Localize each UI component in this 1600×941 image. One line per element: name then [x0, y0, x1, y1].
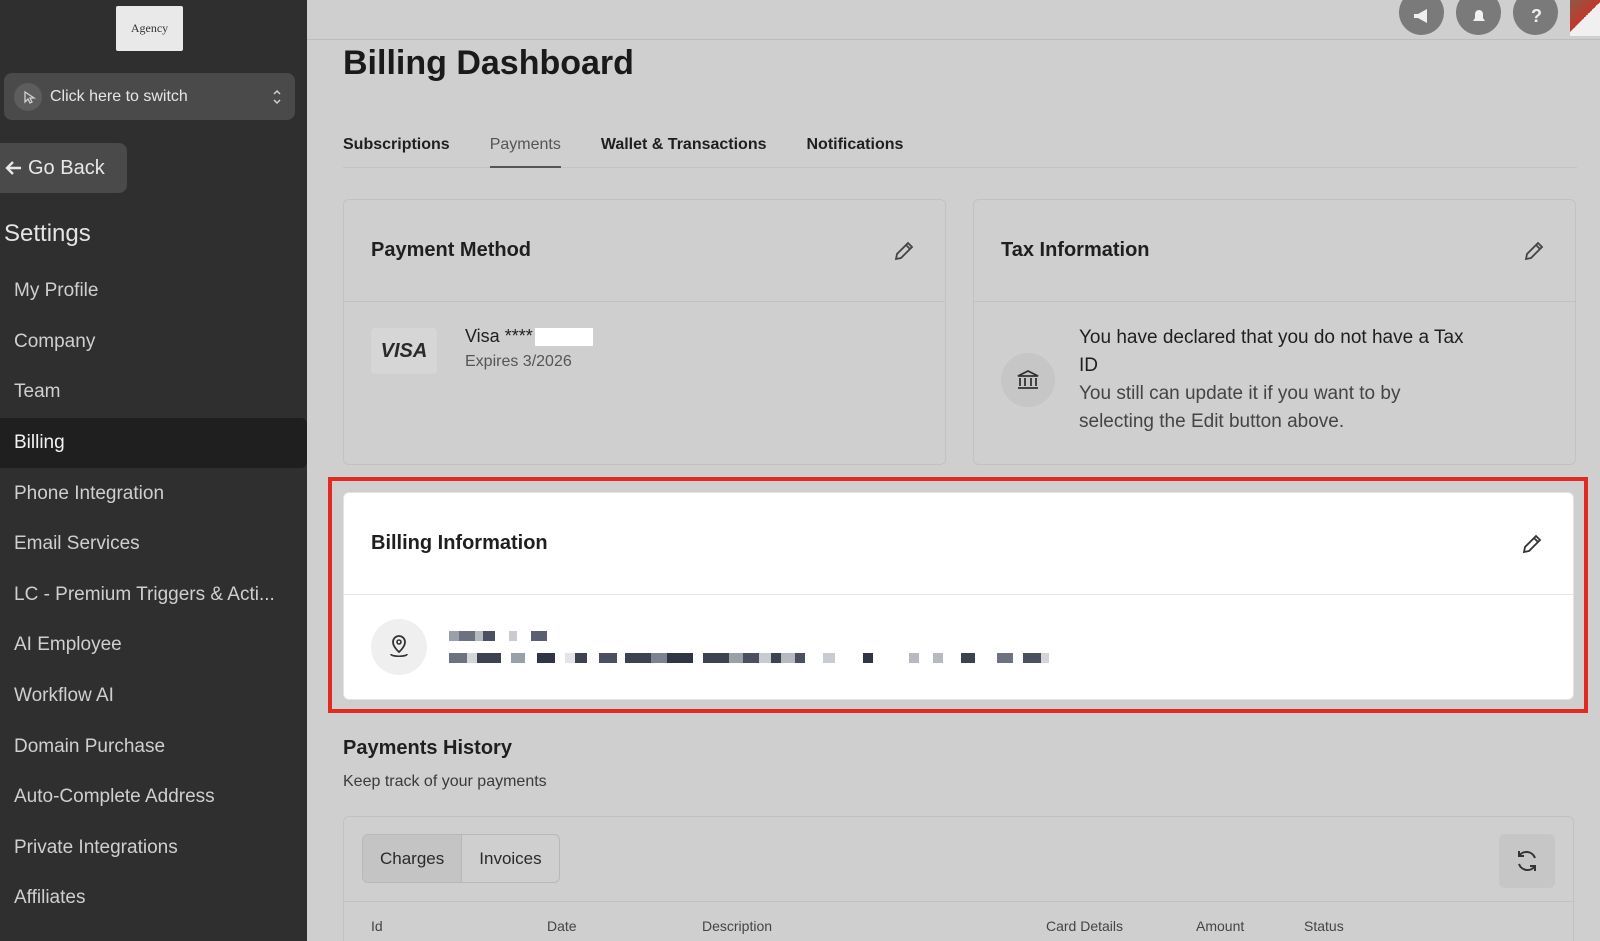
billing-tabs: Subscriptions Payments Wallet & Transact…: [343, 128, 1577, 168]
tab-invoices[interactable]: Invoices: [462, 835, 558, 882]
column-header-description[interactable]: Description: [702, 918, 772, 934]
settings-nav: My Profile Company Team Billing Phone In…: [0, 266, 307, 924]
tab-payments[interactable]: Payments: [489, 128, 561, 168]
payment-method-body: VISA Visa **** Expires 3/2026: [344, 302, 945, 398]
refresh-button[interactable]: [1499, 834, 1555, 888]
edit-pencil-icon[interactable]: [890, 237, 918, 265]
sidebar-item-company[interactable]: Company: [0, 317, 307, 368]
column-header-id[interactable]: Id: [371, 918, 383, 934]
switcher-label: Click here to switch: [50, 87, 188, 105]
card-expiry: Expires 3/2026: [465, 353, 572, 370]
user-avatar[interactable]: [1570, 0, 1600, 36]
location-pin-icon: [371, 619, 427, 675]
edit-pencil-icon[interactable]: [1518, 530, 1546, 558]
bell-icon[interactable]: [1456, 0, 1501, 35]
help-icon[interactable]: ?: [1513, 0, 1558, 35]
sidebar-item-private-integrations[interactable]: Private Integrations: [0, 823, 307, 874]
agency-logo[interactable]: Agency: [116, 6, 183, 51]
tax-declaration-text: You have declared that you do not have a…: [1079, 327, 1464, 376]
sidebar-item-team[interactable]: Team: [0, 367, 307, 418]
tax-update-hint: You still can update it if you want to b…: [1079, 383, 1401, 432]
megaphone-icon[interactable]: [1399, 0, 1444, 35]
sidebar-item-my-profile[interactable]: My Profile: [0, 266, 307, 317]
go-back-label: Go Back: [28, 156, 105, 179]
refresh-icon: [1518, 851, 1536, 871]
sidebar-item-ai-employee[interactable]: AI Employee: [0, 620, 307, 671]
logo-text: Agency: [130, 21, 169, 35]
settings-heading: Settings: [4, 220, 91, 247]
top-bar: ?: [307, 0, 1600, 40]
redacted-address: [449, 630, 1049, 664]
charges-invoices-toggle: Charges Invoices: [362, 834, 560, 883]
sidebar-item-email-services[interactable]: Email Services: [0, 519, 307, 570]
payment-method-header: Payment Method: [344, 200, 945, 302]
sidebar-item-affiliates[interactable]: Affiliates: [0, 873, 307, 924]
tax-information-body: You have declared that you do not have a…: [974, 302, 1575, 458]
tab-wallet-transactions[interactable]: Wallet & Transactions: [601, 128, 767, 168]
column-header-amount[interactable]: Amount: [1196, 918, 1244, 934]
visa-logo: VISA: [371, 328, 437, 374]
tab-charges[interactable]: Charges: [363, 835, 463, 882]
sidebar-item-auto-complete-address[interactable]: Auto-Complete Address: [0, 772, 307, 823]
edit-pencil-icon[interactable]: [1520, 237, 1548, 265]
tab-notifications[interactable]: Notifications: [807, 128, 904, 168]
sidebar: Agency Click here to switch Go Back Sett…: [0, 0, 307, 941]
sidebar-item-domain-purchase[interactable]: Domain Purchase: [0, 721, 307, 772]
tax-information-card: Tax Information You have declared that y…: [973, 199, 1576, 465]
page-title: Billing Dashboard: [343, 44, 634, 82]
card-number-text: Visa ****: [465, 326, 533, 346]
top-actions: ?: [1399, 0, 1600, 36]
go-back-button[interactable]: Go Back: [0, 143, 127, 193]
sidebar-item-workflow-ai[interactable]: Workflow AI: [0, 671, 307, 722]
payment-method-title: Payment Method: [371, 239, 532, 261]
payments-table-header: Id Date Description Card Details Amount …: [344, 901, 1575, 941]
sidebar-item-billing[interactable]: Billing: [0, 417, 307, 469]
svg-text:?: ?: [1531, 7, 1542, 25]
redacted-address-line1: [449, 630, 1049, 642]
account-switcher[interactable]: Click here to switch: [4, 73, 295, 120]
bank-icon: [1001, 353, 1055, 407]
sidebar-item-phone-integration[interactable]: Phone Integration: [0, 468, 307, 519]
chevron-up-down-icon: [269, 87, 285, 107]
payments-history-title: Payments History: [343, 737, 512, 759]
redacted-digits: [534, 328, 593, 347]
billing-information-body: [344, 595, 1573, 699]
tab-subscriptions[interactable]: Subscriptions: [343, 128, 450, 168]
card-number: Visa ****: [465, 326, 593, 347]
billing-information-title: Billing Information: [371, 532, 548, 554]
column-header-date[interactable]: Date: [547, 918, 577, 934]
billing-information-header: Billing Information: [344, 493, 1573, 595]
tax-information-header: Tax Information: [974, 200, 1575, 302]
arrow-left-icon: [5, 161, 21, 175]
tax-information-title: Tax Information: [1001, 239, 1150, 261]
column-header-card-details[interactable]: Card Details: [1046, 918, 1123, 934]
redacted-address-line2: [449, 652, 1049, 664]
sidebar-item-premium-triggers[interactable]: LC - Premium Triggers & Acti...: [0, 570, 307, 621]
payments-history-subtitle: Keep track of your payments: [343, 773, 547, 790]
payment-method-card: Payment Method VISA Visa **** Expires 3/…: [343, 199, 946, 465]
payments-history-card: Charges Invoices Id Date Description Car…: [343, 816, 1575, 941]
pointer-click-icon: [14, 82, 42, 111]
column-header-status[interactable]: Status: [1304, 918, 1344, 934]
billing-information-card: Billing Information: [343, 492, 1574, 700]
